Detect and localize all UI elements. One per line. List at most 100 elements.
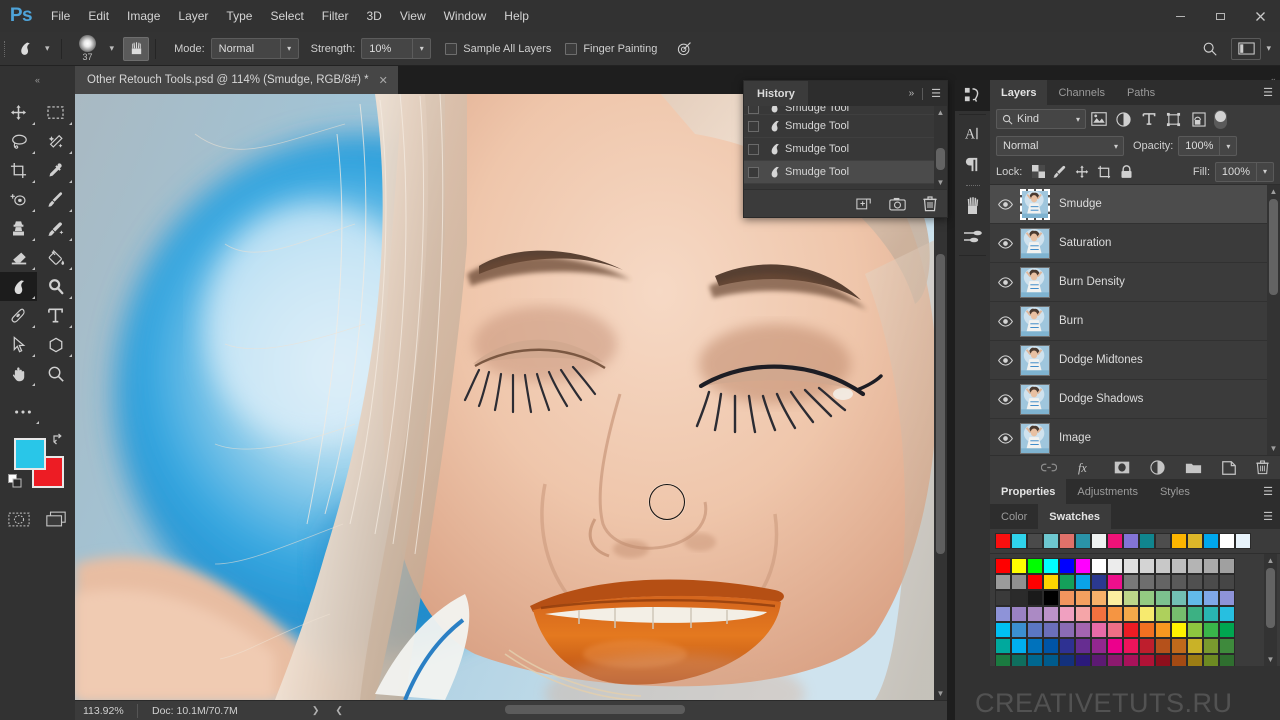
menu-image[interactable]: Image [118, 0, 169, 32]
layer-thumbnail[interactable] [1020, 383, 1050, 415]
tab-paths[interactable]: Paths [1116, 80, 1166, 105]
foreground-color-swatch[interactable] [14, 438, 46, 470]
lock-position-icon[interactable] [1071, 161, 1093, 183]
color-swatch[interactable] [1139, 558, 1155, 574]
color-swatch[interactable] [1027, 622, 1043, 638]
layer-row[interactable]: Image [990, 419, 1280, 455]
color-swatch[interactable] [1139, 638, 1155, 654]
lock-image-pixels-icon[interactable] [1049, 161, 1071, 183]
color-swatch[interactable] [1171, 574, 1187, 590]
strength-select[interactable]: 10% ▾ [361, 38, 432, 59]
layer-thumbnail[interactable] [1020, 188, 1050, 220]
color-swatch[interactable] [995, 622, 1011, 638]
recent-color-swatch[interactable] [1171, 533, 1187, 549]
layer-row[interactable]: Dodge Shadows [990, 380, 1280, 419]
canvas-horizontal-scroll-thumb[interactable] [505, 705, 685, 714]
color-swatch[interactable] [995, 558, 1011, 574]
blend-mode-select[interactable]: Normal ▾ [996, 136, 1124, 156]
clone-stamp-tool[interactable] [0, 214, 37, 243]
finger-painting-checkbox[interactable]: Finger Painting [565, 42, 657, 55]
fill-value[interactable]: 100% [1215, 161, 1257, 182]
color-swatch[interactable] [1011, 622, 1027, 638]
shape-filter-icon[interactable] [1161, 108, 1186, 130]
layer-row[interactable]: Saturation [990, 224, 1280, 263]
pen-tool[interactable] [0, 301, 37, 330]
color-swatch[interactable] [1139, 590, 1155, 606]
zoom-tool[interactable] [37, 359, 74, 388]
color-swatch[interactable] [1075, 558, 1091, 574]
color-swatch[interactable] [1155, 638, 1171, 654]
color-swatch[interactable] [1155, 558, 1171, 574]
history-scroll-up-arrow-icon[interactable]: ▲ [934, 106, 947, 119]
color-swatch[interactable] [1027, 638, 1043, 654]
color-swatch[interactable] [1203, 638, 1219, 654]
type-filter-icon[interactable] [1136, 108, 1161, 130]
color-swatch[interactable] [1203, 622, 1219, 638]
color-swatch[interactable] [1011, 654, 1027, 666]
color-swatch[interactable] [1075, 654, 1091, 666]
adjustment-layer-icon[interactable] [1150, 460, 1165, 475]
layer-thumbnail[interactable] [1020, 266, 1050, 298]
link-layers-icon[interactable] [1041, 462, 1057, 473]
lock-transparent-pixels-icon[interactable] [1027, 161, 1049, 183]
history-state-checkbox[interactable] [748, 120, 759, 132]
color-swatch[interactable] [1219, 574, 1235, 590]
recent-colors-row[interactable] [990, 529, 1280, 554]
document-tab[interactable]: Other Retouch Tools.psd @ 114% (Smudge, … [75, 66, 399, 94]
history-state-row[interactable]: Smudge Tool [744, 106, 947, 115]
opacity-chevron-down-icon[interactable]: ▾ [1220, 136, 1238, 156]
layer-visibility-eye-icon[interactable] [990, 432, 1020, 444]
layer-list[interactable]: Smudge Saturation Burn Density Burn Dodge Mi… [990, 185, 1280, 455]
change-screen-mode-icon[interactable] [37, 506, 74, 532]
color-swatch[interactable] [1059, 638, 1075, 654]
color-swatch[interactable] [1123, 622, 1139, 638]
color-swatch[interactable] [995, 638, 1011, 654]
canvas-scroll-thumb[interactable] [936, 254, 945, 554]
color-swatch[interactable] [1187, 558, 1203, 574]
status-expand-arrow-icon[interactable]: ❯ [304, 705, 328, 716]
layer-visibility-eye-icon[interactable] [990, 237, 1020, 249]
color-swatch[interactable] [1043, 622, 1059, 638]
color-swatch[interactable] [1011, 606, 1027, 622]
recent-color-swatch[interactable] [1155, 533, 1171, 549]
delete-layer-trash-icon[interactable] [1256, 460, 1269, 475]
layer-visibility-eye-icon[interactable] [990, 315, 1020, 327]
color-swatch[interactable] [1155, 590, 1171, 606]
color-swatch[interactable] [995, 590, 1011, 606]
smudge-tool-preset-caret[interactable]: ▾ [40, 43, 55, 54]
menu-view[interactable]: View [391, 0, 435, 32]
color-swatch[interactable] [1123, 606, 1139, 622]
recent-color-swatch[interactable] [1219, 533, 1235, 549]
color-swatch[interactable] [1123, 574, 1139, 590]
history-scrollbar[interactable]: ▲ ▼ [934, 106, 947, 189]
swatches-scroll-down-arrow-icon[interactable]: ▼ [1264, 653, 1277, 666]
document-tab-close-icon[interactable]: ✕ [379, 74, 388, 87]
color-swatch[interactable] [1187, 638, 1203, 654]
color-swatch[interactable] [1059, 654, 1075, 666]
color-swatch[interactable] [1075, 638, 1091, 654]
color-swatch[interactable] [1091, 590, 1107, 606]
filter-enable-toggle[interactable] [1214, 109, 1227, 129]
history-panel-menu-icon[interactable]: ☰ [931, 88, 941, 99]
tab-history[interactable]: History [744, 81, 808, 106]
layer-thumbnail[interactable] [1020, 227, 1050, 259]
search-icon[interactable] [1195, 36, 1225, 62]
color-swatch[interactable] [1171, 638, 1187, 654]
color-swatch[interactable] [1123, 654, 1139, 666]
color-swatch[interactable] [1027, 558, 1043, 574]
history-dock-icon[interactable] [955, 80, 990, 111]
color-swatch[interactable] [1043, 606, 1059, 622]
create-document-from-state-icon[interactable] [856, 196, 872, 211]
color-swatch[interactable] [1139, 622, 1155, 638]
menu-layer[interactable]: Layer [169, 0, 217, 32]
color-swatch[interactable] [1203, 654, 1219, 666]
recent-color-swatch[interactable] [1235, 533, 1251, 549]
recent-color-swatch[interactable] [1139, 533, 1155, 549]
recent-color-swatch[interactable] [1011, 533, 1027, 549]
lock-all-icon[interactable] [1115, 161, 1137, 183]
rectangular-marquee-tool[interactable] [37, 98, 74, 127]
tab-channels[interactable]: Channels [1047, 80, 1115, 105]
eyedropper-tool[interactable] [37, 156, 74, 185]
color-swatch[interactable] [1059, 622, 1075, 638]
layers-scroll-up-arrow-icon[interactable]: ▲ [1267, 185, 1280, 198]
